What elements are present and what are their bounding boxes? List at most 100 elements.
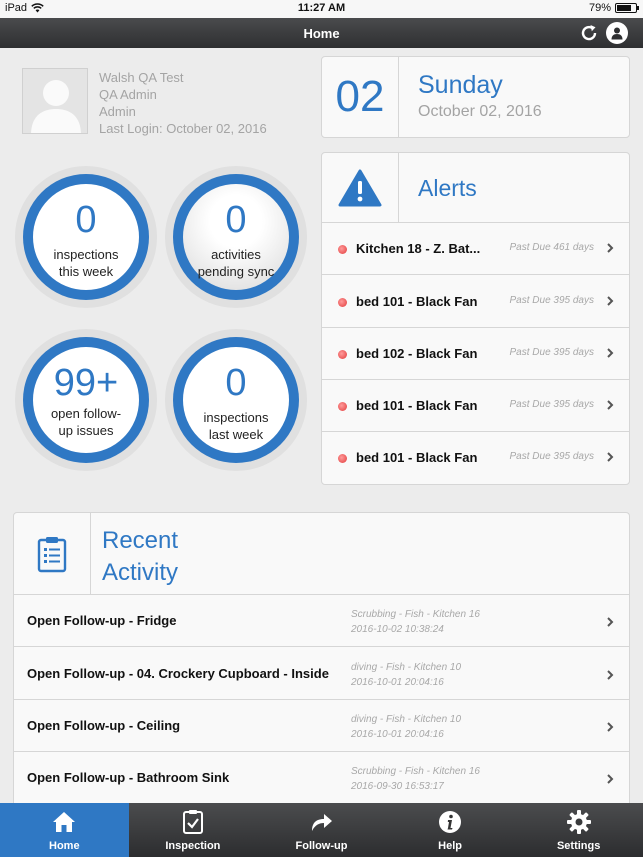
clipboard-check-icon [182,810,203,834]
chevron-right-icon [607,348,614,358]
date-weekday: Sunday [418,71,503,99]
stat-inspections-this-week[interactable]: 0 inspections this week [15,166,157,308]
alert-status-dot [338,298,347,307]
last-login: Last Login: October 02, 2016 [99,121,267,136]
clipboard-icon [37,537,67,573]
chevron-right-icon [607,722,614,732]
battery-icon [615,3,639,13]
activity-timestamp: 2016-10-02 10:38:24 [351,624,444,635]
user-card: Walsh QA Test QA Admin Admin Last Login:… [20,66,310,138]
date-card: 02 Sunday October 02, 2016 [321,56,630,138]
stat-open-follow-up-issues[interactable]: 99+ open follow- up issues [15,329,157,471]
alert-row[interactable]: bed 102 - Black Fan Past Due 395 days [322,328,629,380]
sync-button[interactable] [578,22,600,44]
chevron-right-icon [607,617,614,627]
activity-timestamp: 2016-10-01 20:04:16 [351,677,444,688]
nav-bar: Home [0,18,643,48]
chevron-right-icon [607,296,614,306]
activity-location: Scrubbing - Fish - Kitchen 16 [351,766,480,777]
stat-label: open follow- [50,406,122,421]
alerts-header: Alerts [322,153,629,223]
warning-icon [338,169,382,207]
forward-arrow-icon [312,814,333,831]
alert-status-dot [338,350,347,359]
activity-name: Open Follow-up - 04. Crockery Cupboard -… [27,666,329,681]
tab-follow-up[interactable]: Follow-up [257,803,386,857]
alert-row[interactable]: bed 101 - Black Fan Past Due 395 days [322,276,629,328]
user-group: Admin [99,104,136,119]
alert-status-dot [338,454,347,463]
home-icon [53,812,76,832]
recent-activity-card: Recent Activity Open Follow-up - Fridge … [13,512,630,812]
recent-activity-header: Recent Activity [14,513,629,595]
stat-inspections-last-week[interactable]: 0 inspections last week [165,329,307,471]
date-full: October 02, 2016 [418,103,542,120]
alert-due: Past Due 395 days [509,347,595,358]
chevron-right-icon [607,670,614,680]
stat-value: 99+ [53,362,119,404]
alert-name: Kitchen 18 - Z. Bat... [356,241,481,256]
stat-label: inspections [203,410,269,425]
alert-due: Past Due 395 days [509,295,595,306]
sync-icon [581,25,597,41]
activity-row[interactable]: Open Follow-up - 04. Crockery Cupboard -… [14,648,629,700]
stat-label: this week [58,264,114,279]
stat-value: 0 [75,199,97,241]
activity-location: diving - Fish - Kitchen 10 [351,662,462,673]
alert-name: bed 101 - Black Fan [356,450,478,465]
tab-settings[interactable]: Settings [514,803,643,857]
activity-row[interactable]: Open Follow-up - Bathroom Sink Scrubbing… [14,752,629,804]
avatar [22,68,88,134]
recent-activity-title: Activity [102,559,179,586]
stat-value: 0 [225,199,247,241]
chevron-right-icon [607,243,614,253]
gear-icon [566,810,591,834]
tab-help[interactable]: Help [386,803,515,857]
stat-label: last week [208,427,264,442]
alert-due: Past Due 395 days [509,451,595,462]
tab-label: Help [438,840,462,852]
stat-value: 0 [225,362,247,404]
alert-status-dot [338,402,347,411]
stat-activities-pending-sync[interactable]: 0 activities pending sync [165,166,307,308]
tab-bar: Home Inspection Follow-up Help Settings [0,803,643,857]
recent-activity-title: Recent [102,527,179,554]
activity-location: diving - Fish - Kitchen 10 [351,714,462,725]
tab-home[interactable]: Home [0,803,129,857]
alert-row[interactable]: bed 101 - Black Fan Past Due 395 days [322,380,629,432]
clock: 11:27 AM [297,2,346,14]
tab-inspection[interactable]: Inspection [129,803,258,857]
activity-name: Open Follow-up - Fridge [27,613,177,628]
tab-label: Follow-up [295,840,348,852]
activity-timestamp: 2016-09-30 16:53:17 [351,781,444,792]
stat-label: pending sync [197,264,275,279]
tab-label: Inspection [165,840,221,852]
user-button[interactable] [606,22,628,44]
alert-name: bed 101 - Black Fan [356,294,478,309]
stat-label: up issues [58,423,114,438]
activity-row[interactable]: Open Follow-up - Ceiling diving - Fish -… [14,700,629,752]
tab-label: Home [49,840,80,852]
chevron-right-icon [607,400,614,410]
tab-label: Settings [556,840,601,852]
activity-name: Open Follow-up - Bathroom Sink [27,770,230,785]
activity-timestamp: 2016-10-01 20:04:16 [351,729,444,740]
alerts-title: Alerts [418,175,477,201]
info-icon [439,811,462,833]
avatar-placeholder-icon [23,69,87,133]
alert-due: Past Due 395 days [509,399,595,410]
chevron-right-icon [607,774,614,784]
activity-location: Scrubbing - Fish - Kitchen 16 [351,609,480,620]
alert-row[interactable]: Kitchen 18 - Z. Bat... Past Due 461 days [322,223,629,275]
alerts-card: Alerts Kitchen 18 - Z. Bat... Past Due 4… [321,152,630,485]
stat-label: activities [211,247,261,262]
user-icon [611,27,623,40]
alert-name: bed 102 - Black Fan [356,346,478,361]
stat-label: inspections [53,247,119,262]
date-day: 02 [322,57,399,137]
alert-status-dot [338,245,347,254]
alert-row[interactable]: bed 101 - Black Fan Past Due 395 days [322,432,629,484]
user-name: Walsh QA Test [99,70,184,85]
activity-row[interactable]: Open Follow-up - Fridge Scrubbing - Fish… [14,595,629,647]
status-bar: iPad 11:27 AM 79% [0,0,643,18]
